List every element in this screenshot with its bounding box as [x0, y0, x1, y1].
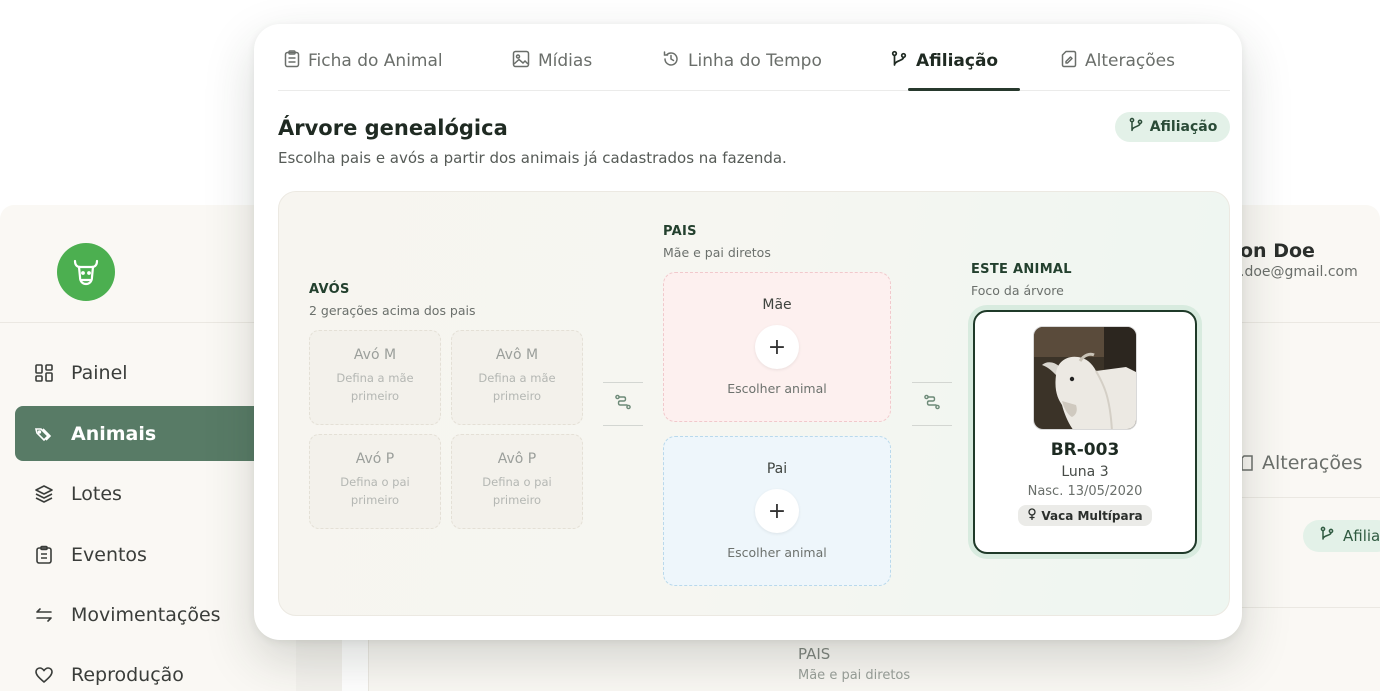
tab-label: Mídias	[538, 51, 593, 71]
heart-icon	[33, 664, 55, 686]
background-divider	[1240, 607, 1380, 608]
grandparent-card-avo-m: Avó M Defina a mãe primeiro	[309, 330, 441, 425]
branch-icon	[1319, 526, 1335, 546]
image-icon	[512, 50, 530, 73]
current-animal-card[interactable]: BR-003 Luna 3 Nasc. 13/05/2020 Vaca Mult…	[973, 310, 1197, 554]
sidebar-item-label: Painel	[71, 361, 128, 384]
connector-avos-pais	[603, 382, 643, 426]
tab-ficha-do-animal[interactable]: Ficha do Animal	[284, 48, 443, 74]
choose-animal-link[interactable]: Escolher animal	[664, 545, 890, 560]
page-title: Árvore genealógica	[278, 116, 508, 140]
parent-title: Mãe	[762, 297, 792, 313]
grandparent-title: Avô M	[495, 347, 539, 363]
badge-label: Afiliação	[1149, 119, 1218, 135]
tab-label: Ficha do Animal	[308, 51, 443, 71]
parent-card-pai: Pai + Escolher animal	[663, 436, 891, 586]
tab-afiliacao[interactable]: Afiliação	[890, 48, 998, 74]
choose-animal-link[interactable]: Escolher animal	[664, 381, 890, 396]
add-pai-button[interactable]: +	[755, 489, 799, 533]
layers-icon	[33, 483, 55, 505]
edit-file-icon	[1240, 454, 1254, 472]
parent-title: Pai	[766, 461, 788, 477]
dashboard-icon	[33, 362, 55, 384]
family-tree-panel: AVÓS 2 gerações acima dos pais Avó M Def…	[278, 191, 1230, 616]
animal-id: BR-003	[1050, 440, 1120, 460]
avos-label: AVÓS	[309, 282, 350, 297]
grandparent-sub: Defina a mãe primeiro	[478, 371, 556, 403]
grandparent-card-avo-p-2: Avô P Defina o pai primeiro	[451, 434, 583, 529]
tab-linha-do-tempo[interactable]: Linha do Tempo	[662, 48, 822, 74]
female-icon	[1027, 508, 1037, 523]
tab-label: Afiliação	[916, 51, 999, 71]
sidebar-item-label: Eventos	[71, 543, 147, 566]
edit-file-icon	[1061, 50, 1077, 73]
grandparent-title: Avô P	[497, 451, 537, 467]
tab-bar: Ficha do Animal Mídias Linha do Tempo Af…	[278, 24, 1230, 91]
pais-sub: Mãe e pai diretos	[663, 245, 771, 260]
clipboard-icon	[33, 544, 55, 566]
grandparent-title: Avó P	[355, 451, 395, 467]
sidebar-item-label: Lotes	[71, 482, 122, 505]
animal-category-badge: Vaca Multípara	[1018, 505, 1152, 526]
page-subtitle: Escolha pais e avós a partir dos animais…	[278, 149, 787, 167]
branch-icon	[1128, 117, 1144, 137]
user-email: .doe@gmail.com	[1240, 264, 1358, 280]
background-divider	[1240, 497, 1380, 498]
tab-label: Linha do Tempo	[688, 51, 822, 71]
pais-label: PAIS	[663, 224, 697, 239]
background-tab-alteracoes[interactable]: Alterações	[1240, 452, 1363, 474]
background-pais-label: PAIS	[798, 645, 831, 663]
pill-label: Afilia	[1343, 527, 1380, 545]
background-pais-sub: Mãe e pai diretos	[798, 668, 911, 683]
tab-label: Alterações	[1262, 452, 1363, 474]
grandparent-title: Avó M	[353, 347, 397, 363]
background-divider	[1240, 322, 1380, 323]
grandparent-sub: Defina o pai primeiro	[340, 475, 410, 507]
affiliation-badge: Afiliação	[1115, 112, 1230, 142]
route-icon	[923, 393, 941, 415]
add-mae-button[interactable]: +	[755, 325, 799, 369]
connector-pais-animal	[912, 382, 952, 426]
sidebar-item-label: Reprodução	[71, 663, 184, 686]
avos-sub: 2 gerações acima dos pais	[309, 303, 476, 318]
branch-icon	[890, 50, 908, 73]
este-animal-sub: Foco da árvore	[971, 283, 1064, 298]
este-animal-label: ESTE ANIMAL	[971, 262, 1072, 277]
badge-label: Vaca Multípara	[1041, 508, 1143, 523]
arrows-swap-icon	[33, 604, 55, 626]
tag-icon	[33, 423, 55, 445]
grandparent-sub: Defina o pai primeiro	[482, 475, 552, 507]
sidebar-item-reproducao[interactable]: Reprodução	[15, 647, 300, 691]
background-affiliation-pill[interactable]: Afilia	[1303, 520, 1380, 552]
grandparent-card-avo-m-2: Avô M Defina a mãe primeiro	[451, 330, 583, 425]
history-icon	[662, 50, 680, 73]
animal-photo	[1033, 326, 1137, 430]
tab-midias[interactable]: Mídias	[512, 48, 592, 74]
animal-name: Luna 3	[1061, 464, 1109, 480]
grandparent-sub: Defina a mãe primeiro	[336, 371, 414, 403]
user-name: on Doe	[1240, 240, 1315, 262]
cow-logo-icon	[57, 243, 115, 301]
animal-detail-card: Ficha do Animal Mídias Linha do Tempo Af…	[254, 24, 1242, 640]
clipboard-icon	[284, 49, 300, 73]
animal-birth-date: Nasc. 13/05/2020	[1027, 484, 1143, 499]
tab-alteracoes[interactable]: Alterações	[1061, 48, 1175, 74]
tab-label: Alterações	[1085, 51, 1175, 71]
grandparent-card-avo-p: Avó P Defina o pai primeiro	[309, 434, 441, 529]
parent-card-mae: Mãe + Escolher animal	[663, 272, 891, 422]
active-tab-indicator	[908, 88, 1020, 91]
route-icon	[614, 393, 632, 415]
sidebar-item-label: Animais	[71, 422, 157, 445]
sidebar-item-label: Movimentações	[71, 603, 221, 626]
